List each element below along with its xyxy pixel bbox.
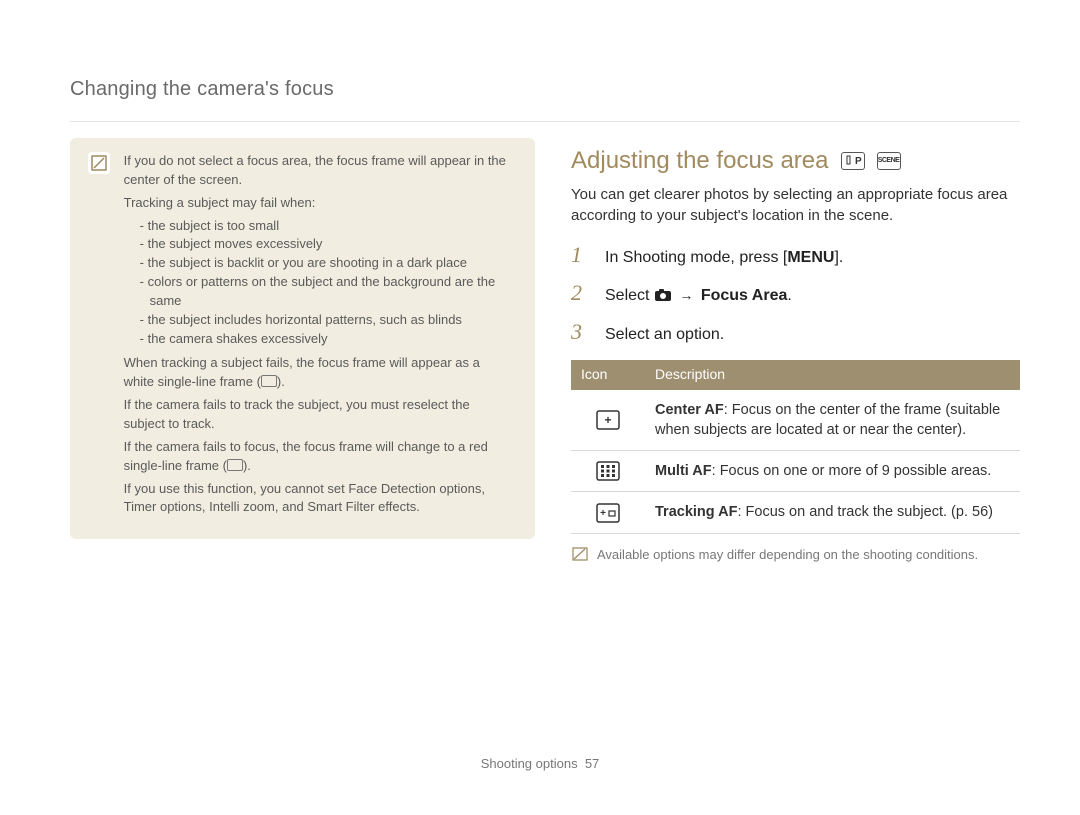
right-column: Adjusting the focus area P SCENE You can…: [571, 138, 1020, 564]
note-info-icon: [88, 152, 110, 174]
mode-scene-icon: SCENE: [877, 152, 901, 170]
table-row: + Center AF: Focus on the center of the …: [571, 390, 1020, 451]
center-af-icon: +: [596, 410, 620, 430]
table-row: + Tracking AF: Focus on and track the su…: [571, 492, 1020, 533]
multi-af-icon: [596, 461, 620, 481]
table-header-description: Description: [645, 360, 1020, 390]
white-frame-icon: [261, 375, 277, 387]
focus-area-table: Icon Description +: [571, 360, 1020, 534]
red-frame-icon: [227, 459, 243, 471]
page-footer: Shooting options 57: [0, 755, 1080, 773]
step-3: 3 Select an option.: [571, 317, 1020, 348]
note-bullet-item: the subject includes horizontal patterns…: [140, 311, 513, 330]
menu-key-label: MENU: [787, 249, 834, 266]
step-number: 1: [571, 240, 587, 271]
note-line: If the camera fails to focus, the focus …: [124, 438, 513, 476]
tracking-af-icon: +: [596, 503, 620, 523]
section-title: Changing the camera's focus: [70, 75, 1020, 103]
note-bullet-item: colors or patterns on the subject and th…: [140, 273, 513, 311]
note-bullet-item: the subject is backlit or you are shooti…: [140, 254, 513, 273]
table-row: Multi AF: Focus on one or more of 9 poss…: [571, 451, 1020, 492]
intro-text: You can get clearer photos by selecting …: [571, 184, 1020, 226]
step-1: 1 In Shooting mode, press [MENU].: [571, 240, 1020, 271]
note-line: If the camera fails to track the subject…: [124, 396, 513, 434]
note-line: If you use this function, you cannot set…: [124, 480, 513, 518]
step-2: 2 Select → Focus Area.: [571, 278, 1020, 309]
svg-text:P: P: [855, 156, 862, 167]
footnote: Available options may differ depending o…: [571, 546, 1020, 564]
footnote-icon: [571, 546, 589, 562]
left-column: If you do not select a focus area, the f…: [70, 138, 535, 564]
camera-icon: [654, 287, 672, 301]
note-bullet-item: the subject is too small: [140, 217, 513, 236]
note-box: If you do not select a focus area, the f…: [70, 138, 535, 539]
arrow-icon: →: [676, 287, 696, 303]
svg-text:+: +: [600, 508, 606, 519]
heading: Adjusting the focus area P SCENE: [571, 144, 1020, 178]
note-line: Tracking a subject may fail when:: [124, 194, 513, 213]
note-bullet-item: the subject moves excessively: [140, 235, 513, 254]
divider: [70, 121, 1020, 122]
step-number: 3: [571, 317, 587, 348]
note-line: If you do not select a focus area, the f…: [124, 152, 513, 190]
note-bullet-item: the camera shakes excessively: [140, 330, 513, 349]
note-bullet-list: the subject is too small the subject mov…: [124, 217, 513, 349]
table-header-icon: Icon: [571, 360, 645, 390]
mode-p-icon: P: [841, 152, 865, 170]
step-number: 2: [571, 278, 587, 309]
svg-text:+: +: [604, 413, 611, 427]
note-line: When tracking a subject fails, the focus…: [124, 354, 513, 392]
